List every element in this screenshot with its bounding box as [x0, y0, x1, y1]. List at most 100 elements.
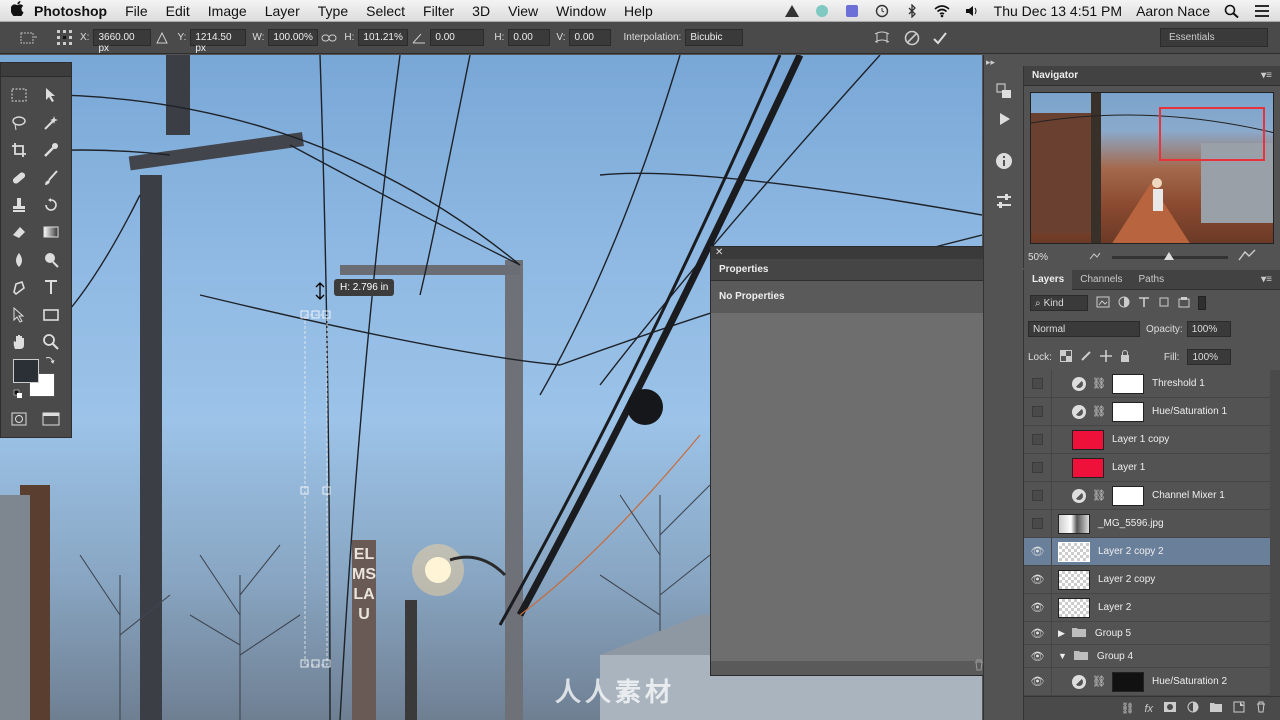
interpolation-select[interactable]: Bicubic [685, 29, 744, 46]
type-tool-icon[interactable] [39, 275, 63, 299]
navigator-tab[interactable]: Navigator ▾≡ [1024, 66, 1280, 86]
screen-mode-icon[interactable] [39, 407, 63, 431]
opacity-field[interactable]: 100% [1186, 321, 1231, 337]
properties-tab[interactable]: Properties ▾≡ [711, 259, 1013, 281]
zoom-out-icon[interactable] [1088, 250, 1102, 265]
link-icon[interactable] [318, 27, 340, 49]
marquee-tool-icon[interactable] [7, 83, 31, 107]
layer-thumbnail[interactable] [1058, 569, 1090, 590]
clone-stamp-tool-icon[interactable] [7, 193, 31, 217]
layer-name[interactable]: _MG_5596.jpg [1098, 518, 1164, 529]
drive-icon[interactable] [784, 4, 800, 18]
y-position-field[interactable]: 1214.50 px [190, 29, 247, 54]
v-skew-field[interactable]: 0.00 [569, 29, 612, 46]
crop-tool-icon[interactable] [7, 138, 31, 162]
mask-link-icon[interactable]: ⛓ [1092, 377, 1106, 390]
menu-window[interactable]: Window [556, 3, 606, 19]
menu-view[interactable]: View [508, 3, 538, 19]
rotate-field[interactable]: 0.00 [430, 29, 485, 46]
spotlight-search-icon[interactable] [1224, 4, 1240, 18]
menu-3d[interactable]: 3D [472, 3, 490, 19]
lock-pixels-icon[interactable] [1080, 350, 1092, 365]
reference-point-icon[interactable] [54, 27, 76, 49]
menu-filter[interactable]: Filter [423, 3, 454, 19]
layer-style-icon[interactable]: fx [1144, 703, 1153, 715]
navigator-menu-icon[interactable]: ▾≡ [1253, 70, 1280, 81]
delta-icon[interactable] [151, 27, 173, 49]
layer-row-layer-2-copy[interactable]: 👁 Layer 2 copy [1024, 565, 1270, 594]
foreground-color-swatch[interactable] [13, 359, 39, 383]
add-mask-icon[interactable] [1163, 701, 1177, 716]
layer-mask-thumbnail[interactable] [1111, 485, 1144, 506]
dock-expand-icon[interactable]: ▸▸ [986, 57, 995, 68]
bluetooth-icon[interactable] [904, 2, 920, 19]
layer-row-layer-2[interactable]: 👁 Layer 2 [1024, 593, 1270, 622]
layer-name[interactable]: Layer 2 copy 2 [1098, 546, 1164, 557]
layer-row-layer-1[interactable]: Layer 1 [1024, 453, 1270, 482]
layer-thumbnail[interactable] [1058, 597, 1090, 618]
sync-icon[interactable] [814, 4, 830, 18]
notification-center-icon[interactable] [1254, 4, 1270, 18]
layer-row-hue-saturation-1[interactable]: ⛓ Hue/Saturation 1 [1024, 397, 1270, 426]
swap-colors-icon[interactable] [45, 355, 55, 365]
layer-name[interactable]: Hue/Saturation 2 [1152, 676, 1227, 687]
menu-edit[interactable]: Edit [166, 3, 190, 19]
layer-row-group-5[interactable]: 👁 ▶ Group 5 [1024, 621, 1270, 645]
visibility-toggle[interactable] [1024, 509, 1052, 538]
layer-row-hue-saturation-2[interactable]: 👁 ⛓ Hue/Saturation 2 [1024, 667, 1270, 696]
layer-name[interactable]: Layer 2 [1098, 602, 1131, 613]
pen-tool-icon[interactable] [7, 275, 31, 299]
menu-select[interactable]: Select [366, 3, 405, 19]
layer-thumbnail[interactable] [1058, 513, 1090, 534]
dodge-tool-icon[interactable] [39, 248, 63, 272]
new-layer-icon[interactable] [1233, 701, 1245, 716]
warp-mode-icon[interactable] [871, 27, 893, 49]
layer-name[interactable]: Group 5 [1095, 628, 1131, 639]
visibility-toggle[interactable] [1024, 481, 1052, 510]
navigator-view-box[interactable] [1159, 107, 1265, 161]
tool-preset-picker-icon[interactable] [18, 27, 40, 49]
navigator-zoom-value[interactable]: 50% [1028, 252, 1048, 263]
filter-shape-icon[interactable] [1158, 296, 1170, 311]
x-position-field[interactable]: 3660.00 px [93, 29, 152, 54]
layer-name[interactable]: Layer 1 [1112, 462, 1145, 473]
menu-file[interactable]: File [125, 3, 148, 19]
width-field[interactable]: 100.00% [268, 29, 319, 46]
layer-row-channel-mixer-1[interactable]: ⛓ Channel Mixer 1 [1024, 481, 1270, 510]
group-expand-icon[interactable]: ▶ [1058, 628, 1065, 639]
history-brush-tool-icon[interactable] [39, 193, 63, 217]
visibility-toggle[interactable] [1024, 369, 1052, 398]
layer-row-group-4[interactable]: 👁 ▼ Group 4 [1024, 644, 1270, 668]
filter-smart-object-icon[interactable] [1178, 296, 1190, 311]
tools-panel-header[interactable] [1, 63, 71, 77]
layer-row-threshold-1[interactable]: ⛓ Threshold 1 [1024, 369, 1270, 398]
workspace-select[interactable]: Essentials [1160, 28, 1268, 47]
visibility-toggle[interactable] [1024, 453, 1052, 482]
layer-name[interactable]: Group 4 [1097, 651, 1133, 662]
layer-mask-thumbnail[interactable] [1111, 373, 1144, 394]
default-colors-icon[interactable] [13, 389, 23, 399]
layer-row-mg-5596[interactable]: _MG_5596.jpg [1024, 509, 1270, 538]
menu-image[interactable]: Image [208, 3, 247, 19]
layer-row-layer-2-copy-2[interactable]: 👁 Layer 2 copy 2 [1024, 537, 1270, 566]
layer-thumbnail[interactable] [1072, 457, 1104, 478]
eye-icon[interactable]: 👁 [1024, 667, 1052, 696]
layer-thumbnail[interactable] [1058, 541, 1090, 562]
layers-scrollbar[interactable] [1270, 370, 1280, 696]
height-field[interactable]: 101.21% [358, 29, 409, 46]
lock-position-icon[interactable] [1099, 349, 1112, 365]
menu-help[interactable]: Help [624, 3, 653, 19]
visibility-toggle[interactable] [1024, 425, 1052, 454]
properties-panel-header[interactable]: ✕ ◂◂ [711, 246, 1013, 259]
quick-mask-icon[interactable] [7, 407, 31, 431]
mask-link-icon[interactable]: ⛓ [1092, 675, 1106, 688]
app-status-icon[interactable] [844, 4, 860, 18]
menu-user[interactable]: Aaron Nace [1136, 3, 1210, 19]
layer-name[interactable]: Layer 1 copy [1112, 434, 1169, 445]
eye-icon[interactable]: 👁 [1024, 593, 1052, 622]
actions-panel-icon[interactable] [990, 105, 1018, 133]
layer-kind-filter[interactable]: ⌕ Kind [1030, 295, 1088, 311]
delete-layer-icon[interactable] [1255, 701, 1267, 716]
eraser-tool-icon[interactable] [7, 220, 31, 244]
lasso-tool-icon[interactable] [7, 111, 31, 135]
